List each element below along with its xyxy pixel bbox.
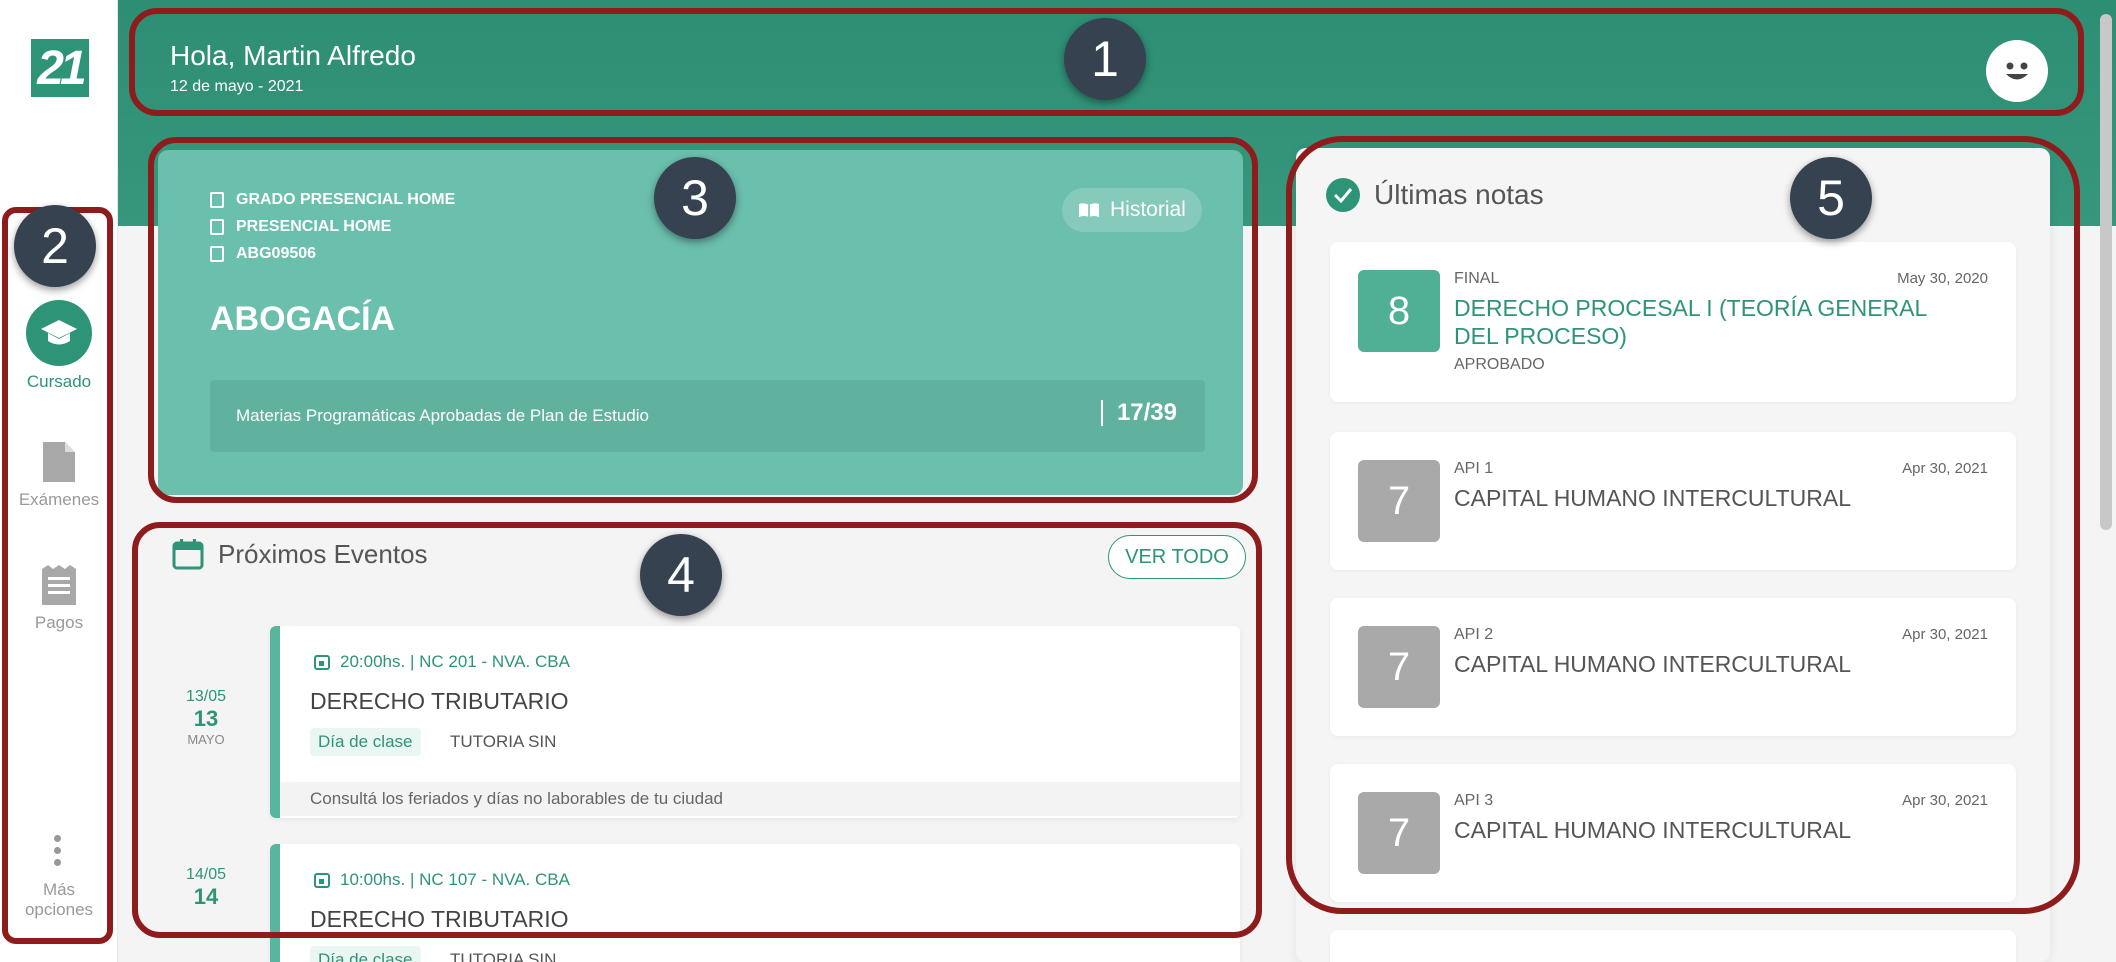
grade-card[interactable] (1330, 930, 2016, 962)
annotation-number: 2 (14, 205, 96, 287)
event-tag: Día de clase (310, 946, 421, 962)
annotation-number: 3 (654, 157, 736, 239)
annotation-box-sidebar (2, 207, 113, 944)
annotation-number: 4 (640, 534, 722, 616)
page-scrollbar[interactable] (2100, 14, 2112, 530)
event-extra: TUTORIA SIN (450, 950, 557, 962)
annotation-number: 5 (1790, 157, 1872, 239)
logo[interactable]: 21 (31, 39, 89, 97)
annotation-box-grades (1286, 136, 2080, 914)
annotation-number: 1 (1064, 18, 1146, 100)
